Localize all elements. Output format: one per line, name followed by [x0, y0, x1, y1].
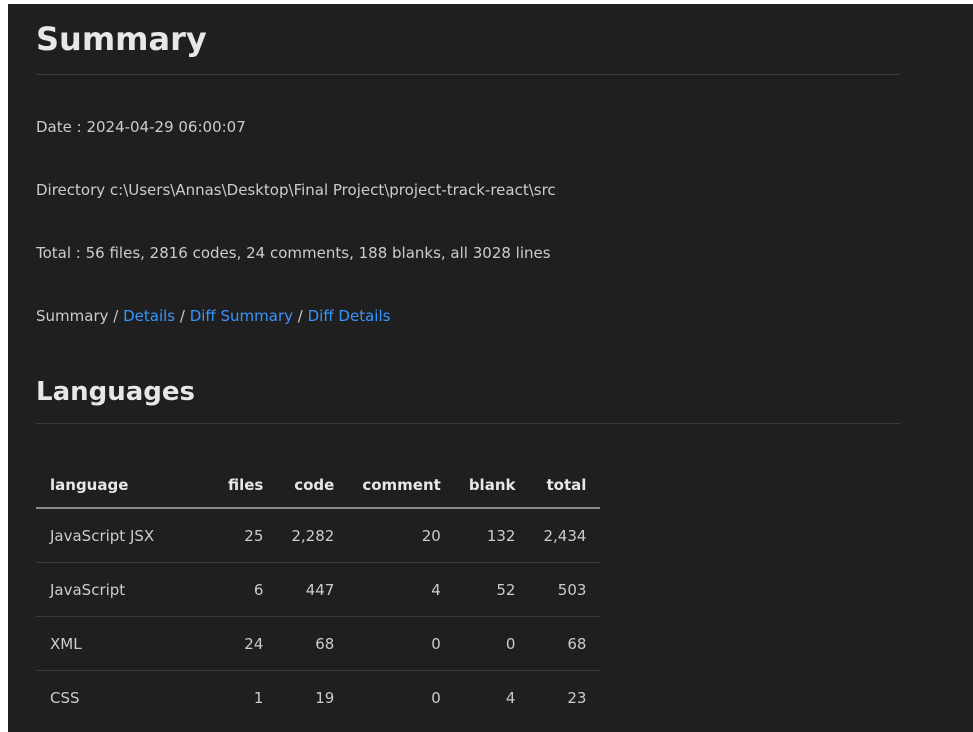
cell-files: 1: [253, 688, 264, 707]
cell-total: 503: [529, 562, 601, 617]
report-panel: Summary Date : 2024-04-29 06:00:07 Direc…: [8, 4, 973, 732]
table-row: JavaScript 6 447 4 52 503: [36, 562, 601, 617]
cell-files: 25: [214, 508, 278, 563]
report-content: Summary Date : 2024-04-29 06:00:07 Direc…: [36, 18, 900, 707]
cell-blank: 4: [505, 688, 516, 707]
nav-diff-summary-link[interactable]: Diff Summary: [190, 307, 293, 325]
header-total: total: [529, 463, 601, 509]
table-row: JavaScript JSX 25 2,282 20 132 2,434: [36, 508, 601, 563]
cell-language: JavaScript: [36, 562, 214, 617]
cell-language: JavaScript JSX: [36, 508, 214, 563]
nav-summary-current: Summary: [36, 307, 109, 325]
cell-total: 23: [567, 688, 587, 707]
cell-code: 68: [277, 616, 349, 671]
table-header-row: language files code comment blank total: [36, 463, 601, 509]
cell-code: 2,282: [277, 508, 349, 563]
header-files: files: [214, 463, 278, 509]
languages-heading: Languages: [36, 375, 900, 424]
cell-files: 24: [214, 616, 278, 671]
table-row: XML 24 68 0 0 68: [36, 616, 601, 671]
nav-diff-details-link[interactable]: Diff Details: [308, 307, 391, 325]
nav-separator: /: [108, 307, 124, 325]
nav-separator: /: [175, 307, 190, 325]
header-blank: blank: [454, 463, 530, 509]
date-line: Date : 2024-04-29 06:00:07: [36, 118, 246, 136]
summary-heading: Summary: [36, 18, 900, 75]
languages-table: language files code comment blank total …: [36, 463, 601, 725]
header-comment: comment: [348, 463, 455, 509]
cell-blank: 132: [454, 508, 530, 563]
cell-language: XML: [36, 616, 214, 671]
cell-blank: 52: [454, 562, 530, 617]
cell-total: 68: [529, 616, 601, 671]
header-code: code: [277, 463, 349, 509]
directory-line: Directory c:\Users\Annas\Desktop\Final P…: [36, 181, 556, 199]
cell-comment: 20: [348, 508, 455, 563]
cell-total: 2,434: [529, 508, 601, 563]
cell-comment: 0: [348, 616, 455, 671]
cell-language: CSS: [50, 688, 80, 707]
cell-code: 19: [315, 688, 335, 707]
cell-comment: 0: [431, 688, 441, 707]
cell-code: 447: [277, 562, 349, 617]
report-nav: Summary / Details / Diff Summary / Diff …: [36, 306, 390, 326]
table-row: CSS 1 19 0 4 23: [36, 671, 600, 725]
nav-separator: /: [293, 307, 308, 325]
cell-blank: 0: [454, 616, 530, 671]
nav-details-link[interactable]: Details: [123, 307, 175, 325]
total-line: Total : 56 files, 2816 codes, 24 comment…: [36, 244, 551, 262]
header-language: language: [36, 463, 214, 509]
cell-comment: 4: [348, 562, 455, 617]
cell-files: 6: [214, 562, 278, 617]
